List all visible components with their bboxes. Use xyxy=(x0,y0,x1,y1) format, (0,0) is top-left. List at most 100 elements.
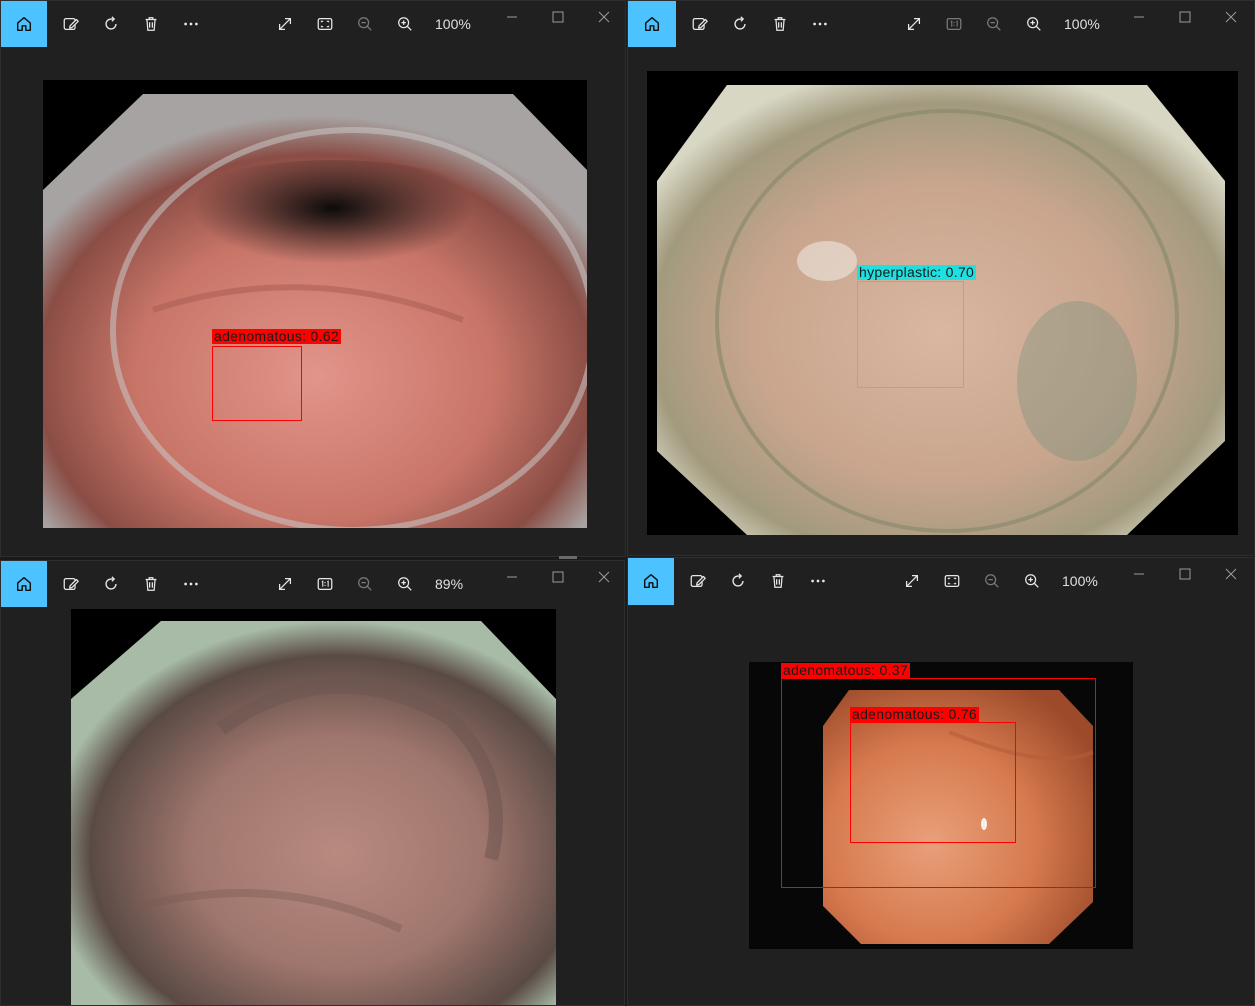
close-button[interactable] xyxy=(581,1,626,33)
maximize-button[interactable] xyxy=(535,561,581,593)
splitter-handle[interactable] xyxy=(559,556,577,559)
rotate-icon xyxy=(731,15,749,33)
maximize-icon xyxy=(552,571,564,583)
fit-to-window-icon xyxy=(316,15,334,33)
close-button[interactable] xyxy=(1208,558,1254,590)
zoom-in-button[interactable] xyxy=(1014,1,1054,47)
fullscreen-button[interactable] xyxy=(265,1,305,47)
fullscreen-button[interactable] xyxy=(265,561,305,607)
rotate-icon xyxy=(102,575,120,593)
trash-icon xyxy=(142,575,160,593)
endoscopy-image: hyperplastic: 0.70 xyxy=(647,71,1238,535)
rotate-button[interactable] xyxy=(720,1,760,47)
home-button[interactable] xyxy=(1,1,47,47)
fit-to-window-icon xyxy=(943,572,961,590)
detection-box xyxy=(212,346,302,421)
close-button[interactable] xyxy=(1208,1,1254,33)
maximize-button[interactable] xyxy=(1162,558,1208,590)
photo-window-bottom-left: 89% xyxy=(0,560,625,1006)
maximize-icon xyxy=(1179,11,1191,23)
more-button[interactable] xyxy=(798,558,838,604)
more-icon xyxy=(182,15,200,33)
expand-icon xyxy=(905,15,923,33)
home-button[interactable] xyxy=(1,561,47,607)
rotate-button[interactable] xyxy=(91,1,131,47)
home-icon xyxy=(15,575,33,593)
zoom-out-button[interactable] xyxy=(345,561,385,607)
zoom-level: 89% xyxy=(435,576,464,592)
zoom-in-button[interactable] xyxy=(1012,558,1052,604)
actual-size-icon xyxy=(945,15,963,33)
edit-image-icon xyxy=(62,575,80,593)
delete-button[interactable] xyxy=(131,561,171,607)
minimize-button[interactable] xyxy=(489,561,535,593)
trash-icon xyxy=(771,15,789,33)
minimize-button[interactable] xyxy=(1116,558,1162,590)
actual-size-button[interactable] xyxy=(305,561,345,607)
more-button[interactable] xyxy=(800,1,840,47)
more-icon xyxy=(811,15,829,33)
edit-image-button[interactable] xyxy=(51,1,91,47)
home-button[interactable] xyxy=(628,1,676,47)
more-icon xyxy=(809,572,827,590)
detection-label: adenomatous: 0.37 xyxy=(781,662,910,678)
fit-to-window-button[interactable] xyxy=(305,1,345,47)
rotate-button[interactable] xyxy=(718,558,758,604)
minimize-icon xyxy=(1133,11,1145,23)
delete-button[interactable] xyxy=(760,1,800,47)
zoom-in-icon xyxy=(1025,15,1043,33)
fullscreen-button[interactable] xyxy=(894,1,934,47)
maximize-icon xyxy=(552,11,564,23)
detection-box xyxy=(850,722,1016,843)
maximize-button[interactable] xyxy=(535,1,581,33)
minimize-button[interactable] xyxy=(489,1,535,33)
minimize-button[interactable] xyxy=(1116,1,1162,33)
zoom-level: 100% xyxy=(435,16,471,32)
edit-image-button[interactable] xyxy=(51,561,91,607)
home-icon xyxy=(15,15,33,33)
close-button[interactable] xyxy=(581,561,625,593)
edit-image-icon xyxy=(691,15,709,33)
trash-icon xyxy=(142,15,160,33)
more-button[interactable] xyxy=(171,561,211,607)
actual-size-button[interactable] xyxy=(934,1,974,47)
rotate-icon xyxy=(102,15,120,33)
fullscreen-button[interactable] xyxy=(892,558,932,604)
maximize-button[interactable] xyxy=(1162,1,1208,33)
home-button[interactable] xyxy=(628,558,674,605)
zoom-out-button[interactable] xyxy=(974,1,1014,47)
detection-label: adenomatous: 0.62 xyxy=(212,328,341,344)
minimize-icon xyxy=(506,11,518,23)
maximize-icon xyxy=(1179,568,1191,580)
zoom-out-button[interactable] xyxy=(972,558,1012,604)
close-icon xyxy=(1225,11,1237,23)
zoom-out-icon xyxy=(356,15,374,33)
zoom-out-button[interactable] xyxy=(345,1,385,47)
detection-label: hyperplastic: 0.70 xyxy=(857,264,977,280)
zoom-out-icon xyxy=(983,572,1001,590)
delete-button[interactable] xyxy=(758,558,798,604)
trash-icon xyxy=(769,572,787,590)
edit-image-button[interactable] xyxy=(680,1,720,47)
zoom-in-button[interactable] xyxy=(385,561,425,607)
close-icon xyxy=(598,11,610,23)
more-button[interactable] xyxy=(171,1,211,47)
edit-image-icon xyxy=(689,572,707,590)
photo-window-bottom-right: 100% adenomatous: 0.37 adenomatous: 0.76 xyxy=(627,557,1255,1006)
endoscopy-image: adenomatous: 0.62 xyxy=(43,80,587,528)
more-icon xyxy=(182,575,200,593)
zoom-in-button[interactable] xyxy=(385,1,425,47)
detection-box xyxy=(857,281,964,388)
delete-button[interactable] xyxy=(131,1,171,47)
rotate-button[interactable] xyxy=(91,561,131,607)
fit-to-window-button[interactable] xyxy=(932,558,972,604)
home-icon xyxy=(643,15,661,33)
endoscopy-image: adenomatous: 0.37 adenomatous: 0.76 xyxy=(749,662,1133,949)
photo-window-top-right: 100% hyperplastic: 0.70 xyxy=(627,0,1255,556)
home-icon xyxy=(642,572,660,590)
image-content xyxy=(43,94,587,528)
rotate-icon xyxy=(729,572,747,590)
edit-image-icon xyxy=(62,15,80,33)
edit-image-button[interactable] xyxy=(678,558,718,604)
minimize-icon xyxy=(1133,568,1145,580)
